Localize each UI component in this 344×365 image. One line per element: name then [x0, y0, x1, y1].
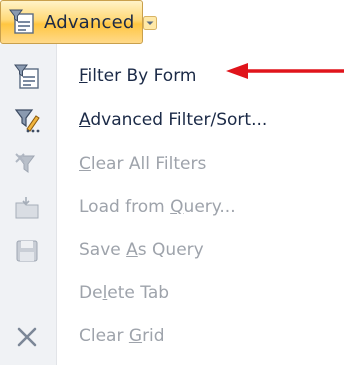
save-query-icon: [14, 238, 40, 264]
menu-item-label: Load from Query...: [79, 197, 236, 217]
advanced-button[interactable]: Advanced: [0, 0, 157, 44]
menu-item-label: Clear All Filters: [79, 154, 207, 174]
menu-item-advanced-filter-sort[interactable]: Advanced Filter/Sort...: [0, 100, 344, 140]
menu-item-clear-all-filters: Clear All Filters: [0, 144, 344, 184]
access-advanced-menu-screenshot: Advanced Filter By Form Advanced Filter/…: [0, 0, 344, 365]
close-icon: [14, 324, 40, 350]
menu-item-delete-tab: Delete Tab: [0, 273, 344, 313]
chevron-down-icon[interactable]: [142, 15, 157, 30]
red-arrow-icon: [226, 63, 344, 79]
advanced-button-label: Advanced: [44, 11, 135, 33]
menu-item-label: Delete Tab: [79, 283, 170, 303]
menu-item-label: Filter By Form: [79, 66, 197, 86]
menu-item-label: Clear Grid: [79, 326, 165, 346]
filter-by-form-icon: [14, 64, 40, 90]
menu-item-label: Advanced Filter/Sort...: [79, 110, 268, 130]
advanced-filter-icon: [14, 108, 40, 134]
menu-item-clear-grid: Clear Grid: [0, 316, 344, 356]
filter-form-icon: [9, 9, 35, 35]
advanced-dropdown-menu: Filter By Form Advanced Filter/Sort... C…: [0, 44, 344, 365]
menu-item-load-from-query: Load from Query...: [0, 187, 344, 227]
load-query-icon: [14, 195, 40, 221]
clear-filters-icon: [14, 152, 40, 178]
menu-item-label: Save As Query: [79, 240, 204, 260]
menu-item-save-as-query: Save As Query: [0, 230, 344, 270]
